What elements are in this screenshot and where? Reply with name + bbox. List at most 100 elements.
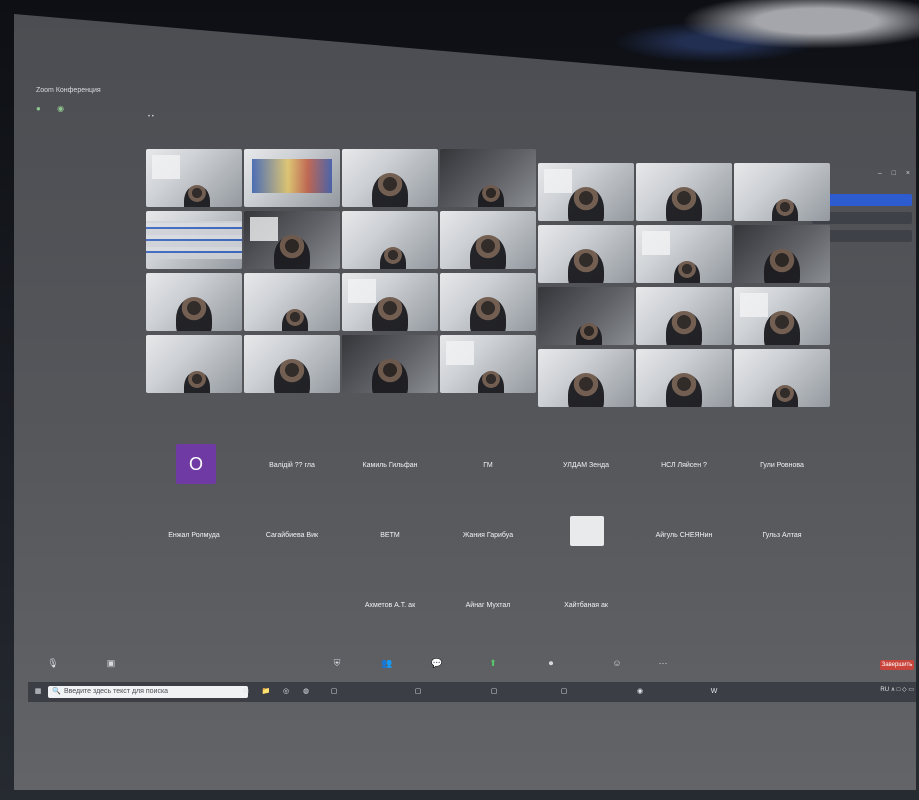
participant-video-tile[interactable] bbox=[440, 149, 536, 207]
participant-video-tile[interactable] bbox=[244, 273, 340, 331]
participant-video-tile[interactable] bbox=[636, 163, 732, 221]
file-explorer-icon[interactable]: 📁 bbox=[260, 686, 272, 698]
participant-nameplate[interactable]: УЛДАМ Зенда bbox=[538, 444, 634, 504]
participant-silhouette bbox=[666, 187, 702, 221]
participant-nameplate[interactable]: Валідій ?? гла bbox=[244, 444, 340, 504]
participant-video-tile[interactable] bbox=[244, 211, 340, 269]
participant-name: Енжал Ролмуда bbox=[168, 532, 220, 539]
participant-nameplate[interactable]: Айгуль СНЕЯНин bbox=[636, 514, 732, 574]
participant-silhouette bbox=[372, 359, 408, 393]
participant-video-tile[interactable] bbox=[538, 163, 634, 221]
view-toggle[interactable]: • • bbox=[148, 114, 154, 120]
participant-video-tile[interactable] bbox=[734, 225, 830, 283]
participant-video-tile[interactable] bbox=[734, 287, 830, 345]
participant-video-tile[interactable] bbox=[342, 273, 438, 331]
room-window bbox=[446, 341, 474, 365]
room-window bbox=[348, 279, 376, 303]
participant-video-tile[interactable] bbox=[636, 349, 732, 407]
taskbar-search[interactable]: Введите здесь текст для поиска bbox=[48, 686, 248, 698]
minimize-icon[interactable]: – bbox=[878, 170, 886, 177]
end-meeting-button[interactable]: Завершить bbox=[880, 660, 914, 670]
participant-silhouette bbox=[184, 185, 210, 207]
participant-nameplate[interactable]: Енжал Ролмуда bbox=[146, 514, 242, 574]
participant-video-tile[interactable] bbox=[342, 211, 438, 269]
chat-icon[interactable]: 💬 bbox=[428, 658, 446, 670]
participant-nameplate[interactable]: ГМ bbox=[440, 444, 536, 504]
participant-silhouette bbox=[568, 249, 604, 283]
participant-name: Ахметов А.Т. ак bbox=[364, 602, 416, 609]
record-icon[interactable]: ⏺ bbox=[542, 658, 560, 670]
maximize-icon[interactable]: □ bbox=[892, 170, 900, 177]
participant-nameplate[interactable]: Гули Ровнова bbox=[734, 444, 830, 504]
participant-video-tile[interactable] bbox=[734, 163, 830, 221]
participant-video-tile[interactable] bbox=[342, 335, 438, 393]
room-window bbox=[740, 293, 768, 317]
participant-video-tile[interactable] bbox=[342, 149, 438, 207]
profile-photo bbox=[570, 516, 604, 546]
participant-nameplate[interactable]: Камиль Гильфан bbox=[342, 444, 438, 504]
close-icon[interactable]: × bbox=[906, 170, 914, 177]
participant-video-tile[interactable] bbox=[538, 287, 634, 345]
participant-nameplate[interactable]: НСЛ Ляйсен ? bbox=[636, 444, 732, 504]
participant-name: Айнаг Мухтал bbox=[465, 602, 511, 609]
participant-video-tile[interactable] bbox=[146, 273, 242, 331]
participant-video-tile[interactable] bbox=[146, 211, 242, 269]
microphone-icon[interactable]: 🎙 bbox=[44, 658, 62, 670]
participant-video-tile[interactable] bbox=[538, 349, 634, 407]
participant-name: Сагайбиева Вик bbox=[265, 532, 319, 539]
video-grid bbox=[146, 149, 836, 429]
participant-silhouette bbox=[282, 309, 308, 331]
participant-name: Хайтбаная ак bbox=[564, 602, 608, 609]
participant-nameplate[interactable]: O bbox=[146, 444, 242, 504]
participant-nameplate[interactable]: Сагайбиева Вик bbox=[244, 514, 340, 574]
participant-name: Жания Гарибуа bbox=[462, 532, 514, 539]
participant-name: Камиль Гильфан bbox=[362, 462, 418, 469]
participant-video-tile[interactable] bbox=[440, 335, 536, 393]
app-icon[interactable]: ▢ bbox=[328, 686, 340, 698]
participant-nameplate[interactable]: Гульз Алтая bbox=[734, 514, 830, 574]
app-icon[interactable]: ▢ bbox=[412, 686, 424, 698]
participant-video-tile[interactable] bbox=[146, 335, 242, 393]
windows-start-icon[interactable]: ▦ bbox=[32, 686, 44, 698]
participant-silhouette bbox=[666, 373, 702, 407]
participant-video-tile[interactable] bbox=[636, 287, 732, 345]
participant-nameplate[interactable]: Айнаг Мухтал bbox=[440, 584, 536, 644]
word-icon[interactable]: W bbox=[708, 686, 720, 698]
participant-video-tile[interactable] bbox=[538, 225, 634, 283]
participant-video-tile[interactable] bbox=[440, 273, 536, 331]
participant-video-tile[interactable] bbox=[146, 149, 242, 207]
participant-silhouette bbox=[372, 297, 408, 331]
participant-video-tile[interactable] bbox=[244, 149, 340, 207]
app-title: Zoom Конференция bbox=[36, 87, 101, 94]
app-icon[interactable]: ▢ bbox=[558, 686, 570, 698]
participant-silhouette bbox=[274, 235, 310, 269]
participant-video-tile[interactable] bbox=[440, 211, 536, 269]
participant-nameplate[interactable]: ВЕТМ bbox=[342, 514, 438, 574]
reactions-icon[interactable]: ☺ bbox=[608, 658, 626, 670]
share-screen-icon[interactable]: ⬆ bbox=[484, 658, 502, 670]
participant-nameplate[interactable]: Хайтбаная ак bbox=[538, 584, 634, 644]
participant-video-tile[interactable] bbox=[734, 349, 830, 407]
participant-silhouette bbox=[380, 247, 406, 269]
browser-icon[interactable]: ◎ bbox=[280, 686, 292, 698]
zoom-taskbar-icon[interactable]: ◉ bbox=[634, 686, 646, 698]
participant-nameplate[interactable] bbox=[538, 514, 634, 574]
ceiling-decoration bbox=[579, 0, 919, 70]
security-icon[interactable]: ⛨ bbox=[328, 658, 346, 670]
participant-silhouette bbox=[568, 373, 604, 407]
apps-icon[interactable]: ⋯ bbox=[654, 658, 672, 670]
video-camera-icon[interactable]: ▣ bbox=[102, 658, 120, 670]
participant-video-tile[interactable] bbox=[636, 225, 732, 283]
bookshelf-background bbox=[146, 221, 242, 259]
participant-nameplate[interactable]: Ахметов А.Т. ак bbox=[342, 584, 438, 644]
participant-silhouette bbox=[470, 235, 506, 269]
participant-nameplate[interactable]: Жания Гарибуа bbox=[440, 514, 536, 574]
app-icon[interactable]: ▢ bbox=[488, 686, 500, 698]
participant-video-tile[interactable] bbox=[244, 335, 340, 393]
virtual-background-banner bbox=[252, 159, 332, 193]
participants-icon[interactable]: 👥 bbox=[378, 658, 396, 670]
participant-name: Гули Ровнова bbox=[760, 462, 804, 469]
participant-silhouette bbox=[478, 371, 504, 393]
task-view-icon[interactable]: ⧉ bbox=[240, 686, 252, 698]
chrome-icon[interactable]: ◍ bbox=[300, 686, 312, 698]
